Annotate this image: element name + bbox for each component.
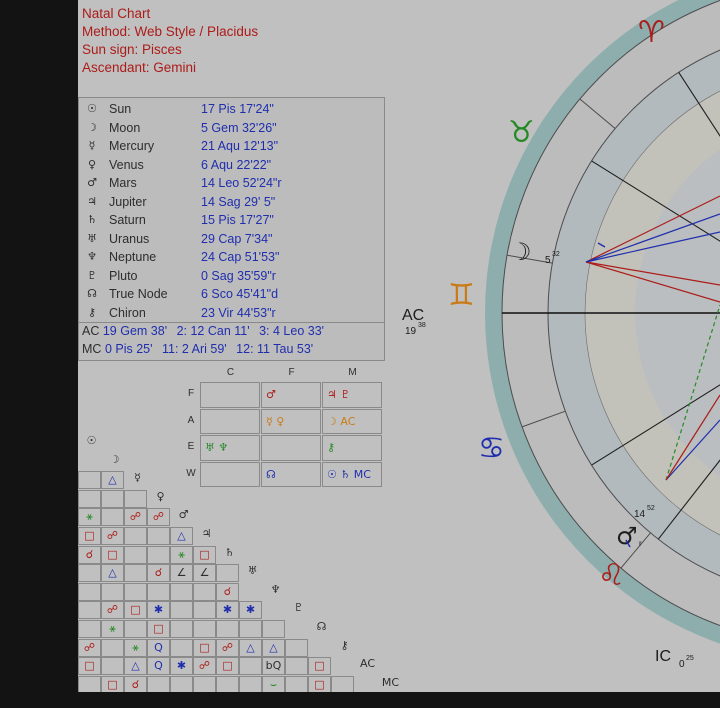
mars-wheel-min: 52 (647, 505, 655, 512)
moon-wheel-deg: 5 (545, 255, 551, 266)
zodiac-sign-icon: ♋ (478, 431, 505, 466)
ac-wheel-min: 38 (418, 322, 426, 329)
zodiac-sign-icon: ♊ (448, 278, 475, 313)
mars-glyph-icon: ♂ (616, 522, 638, 550)
ac-wheel-deg: 19 (405, 326, 417, 337)
moon-wheel-min: 32 (552, 251, 560, 258)
chart-wheel: ♈♉♊♋♌ AC 19 38 IC 0 25 ☽ 5 32 ♂ 14 52 r (402, 0, 720, 670)
mars-retro: r (639, 539, 642, 548)
zodiac-sign-icon: ♌ (598, 558, 625, 593)
ic-wheel-label: IC (655, 648, 671, 665)
zodiac-sign-icon: ♈ (638, 15, 665, 50)
mars-wheel-deg: 14 (634, 509, 646, 520)
moon-glyph-icon: ☽ (510, 238, 532, 266)
zodiac-sign-icon: ♉ (508, 115, 535, 150)
chart-page: Natal Chart Method: Web Style / Placidus… (78, 0, 720, 692)
ic-wheel-min: 25 (686, 655, 694, 662)
ic-wheel-deg: 0 (679, 659, 685, 670)
